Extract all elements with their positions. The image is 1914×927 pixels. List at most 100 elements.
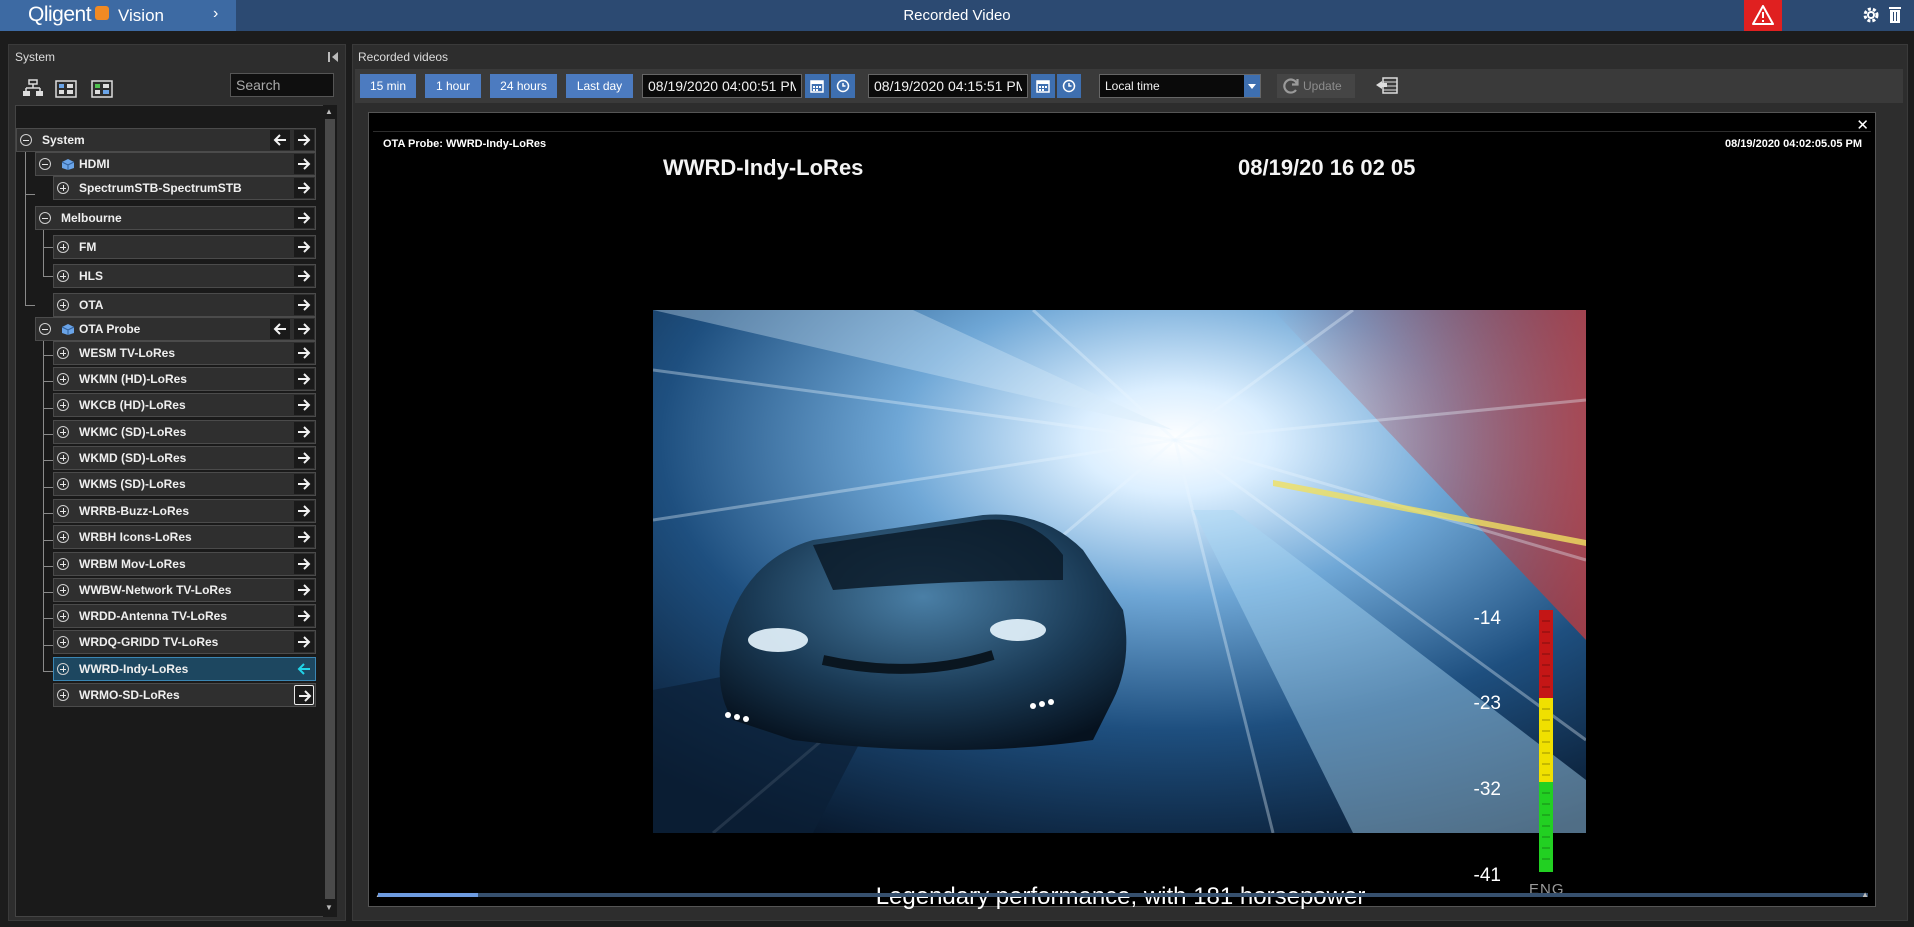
end-date-picker-button[interactable] <box>1031 74 1055 98</box>
nav-into-button[interactable] <box>294 319 314 339</box>
expand-icon[interactable] <box>57 689 69 701</box>
tree-node-ota[interactable]: OTA <box>53 293 316 317</box>
search-input[interactable] <box>230 73 334 97</box>
nav-into-button[interactable] <box>294 527 314 547</box>
collapse-icon[interactable] <box>39 212 51 224</box>
arrow-right-icon <box>298 452 311 464</box>
nav-into-button[interactable] <box>294 178 314 198</box>
tree-view-icon[interactable] <box>22 79 44 99</box>
tree-node-channel-selected[interactable]: WWRD-Indy-LoRes <box>53 657 316 681</box>
playback-timeline[interactable] <box>378 893 1868 897</box>
expand-icon[interactable] <box>57 426 69 438</box>
tree-node-channel[interactable]: WRBH Icons-LoRes <box>53 525 316 549</box>
expand-icon[interactable] <box>57 452 69 464</box>
meter-label: -41 <box>1473 865 1501 886</box>
collapse-icon[interactable] <box>39 323 51 335</box>
trash-button[interactable] <box>1888 6 1902 24</box>
nav-into-button[interactable] <box>294 474 314 494</box>
nav-into-button[interactable] <box>294 606 314 626</box>
nav-into-button[interactable] <box>294 208 314 228</box>
nav-into-button[interactable] <box>294 501 314 521</box>
end-datetime-input[interactable] <box>868 74 1028 98</box>
tree-node-channel[interactable]: WWBW-Network TV-LoRes <box>53 578 316 602</box>
tree-node-channel[interactable]: WRBM Mov-LoRes <box>53 552 316 576</box>
scroll-down-icon[interactable]: ▼ <box>325 903 333 912</box>
tree-node-channel[interactable]: WRDD-Antenna TV-LoRes <box>53 604 316 628</box>
tree-node-melbourne[interactable]: Melbourne <box>35 206 316 230</box>
device-view-icon[interactable] <box>91 79 113 99</box>
tree-node-channel[interactable]: WRRB-Buzz-LoRes <box>53 499 316 523</box>
range-24hours-button[interactable]: 24 hours <box>490 74 557 98</box>
video-player[interactable]: ✕ OTA Probe: WWRD-Indy-LoRes 08/19/2020 … <box>368 112 1876 910</box>
expand-icon[interactable] <box>57 241 69 253</box>
settings-button[interactable] <box>1862 6 1880 24</box>
expand-icon[interactable] <box>57 663 69 675</box>
start-time-picker-button[interactable] <box>831 74 855 98</box>
expand-icon[interactable] <box>57 558 69 570</box>
tree-node-ota-probe[interactable]: OTA Probe <box>35 317 316 341</box>
expand-icon[interactable] <box>57 373 69 385</box>
grid-view-icon[interactable] <box>55 79 77 99</box>
nav-into-button[interactable] <box>294 369 314 389</box>
tree-node-hdmi[interactable]: HDMI <box>35 152 316 176</box>
tree-node-channel[interactable]: WKMC (SD)-LoRes <box>53 420 316 444</box>
expand-icon[interactable] <box>57 399 69 411</box>
nav-into-button[interactable] <box>294 266 314 286</box>
end-time-picker-button[interactable] <box>1057 74 1081 98</box>
tree-node-channel[interactable]: WESM TV-LoRes <box>53 341 316 365</box>
nav-into-button[interactable] <box>294 295 314 315</box>
expand-icon[interactable] <box>57 478 69 490</box>
nav-back-button[interactable] <box>294 659 314 679</box>
nav-into-button[interactable] <box>294 422 314 442</box>
nav-into-button[interactable] <box>294 580 314 600</box>
expand-icon[interactable] <box>57 270 69 282</box>
scroll-thumb[interactable] <box>325 119 335 899</box>
collapse-panel-button[interactable] <box>327 50 339 62</box>
nav-into-button[interactable] <box>294 154 314 174</box>
tree-node-spectrumstb[interactable]: SpectrumSTB-SpectrumSTB <box>53 176 316 200</box>
expand-icon[interactable] <box>57 299 69 311</box>
update-button[interactable]: Update <box>1277 74 1355 98</box>
nav-back-button[interactable] <box>270 130 290 150</box>
start-date-picker-button[interactable] <box>805 74 829 98</box>
expand-icon[interactable] <box>57 636 69 648</box>
tree-node-channel[interactable]: WKCB (HD)-LoRes <box>53 393 316 417</box>
tree-node-channel[interactable]: WKMS (SD)-LoRes <box>53 472 316 496</box>
expand-icon[interactable] <box>57 584 69 596</box>
expand-icon[interactable] <box>57 531 69 543</box>
alarm-button[interactable] <box>1744 0 1782 31</box>
range-last-day-button[interactable]: Last day <box>566 74 633 98</box>
nav-into-button[interactable] <box>294 632 314 652</box>
app-switcher[interactable]: Qligent Vision › <box>0 0 236 31</box>
chevron-down-icon[interactable] <box>1244 75 1260 97</box>
tree-node-channel[interactable]: WRDQ-GRIDD TV-LoRes <box>53 630 316 654</box>
nav-into-button[interactable] <box>294 130 314 150</box>
start-datetime-input[interactable] <box>642 74 802 98</box>
expand-icon[interactable] <box>57 505 69 517</box>
nav-into-button[interactable] <box>294 448 314 468</box>
export-button[interactable] <box>1375 76 1399 96</box>
tree-node-hls[interactable]: HLS <box>53 264 316 288</box>
tree-node-channel[interactable]: WKMN (HD)-LoRes <box>53 367 316 391</box>
expand-icon[interactable] <box>57 182 69 194</box>
collapse-icon[interactable] <box>39 158 51 170</box>
scroll-up-icon[interactable]: ▲ <box>325 107 333 116</box>
tree-scrollbar[interactable]: ▲ ▼ <box>323 105 337 917</box>
nav-into-button[interactable] <box>294 237 314 257</box>
nav-into-button[interactable] <box>294 395 314 415</box>
nav-into-button[interactable] <box>294 685 314 705</box>
nav-into-button[interactable] <box>294 343 314 363</box>
nav-into-button[interactable] <box>294 554 314 574</box>
nav-back-button[interactable] <box>270 319 290 339</box>
range-15min-button[interactable]: 15 min <box>360 74 416 98</box>
timezone-select[interactable]: Local time <box>1099 74 1261 98</box>
tree-node-fm[interactable]: FM <box>53 235 316 259</box>
expand-icon[interactable] <box>57 610 69 622</box>
tree-node-channel[interactable]: WRMO-SD-LoRes <box>53 683 316 707</box>
tree-node-system[interactable]: System <box>16 128 316 152</box>
range-1hour-button[interactable]: 1 hour <box>425 74 481 98</box>
collapse-icon[interactable] <box>20 134 32 146</box>
tree-node-channel[interactable]: WKMD (SD)-LoRes <box>53 446 316 470</box>
expand-icon[interactable] <box>57 347 69 359</box>
tree-node-label: System <box>42 133 85 147</box>
